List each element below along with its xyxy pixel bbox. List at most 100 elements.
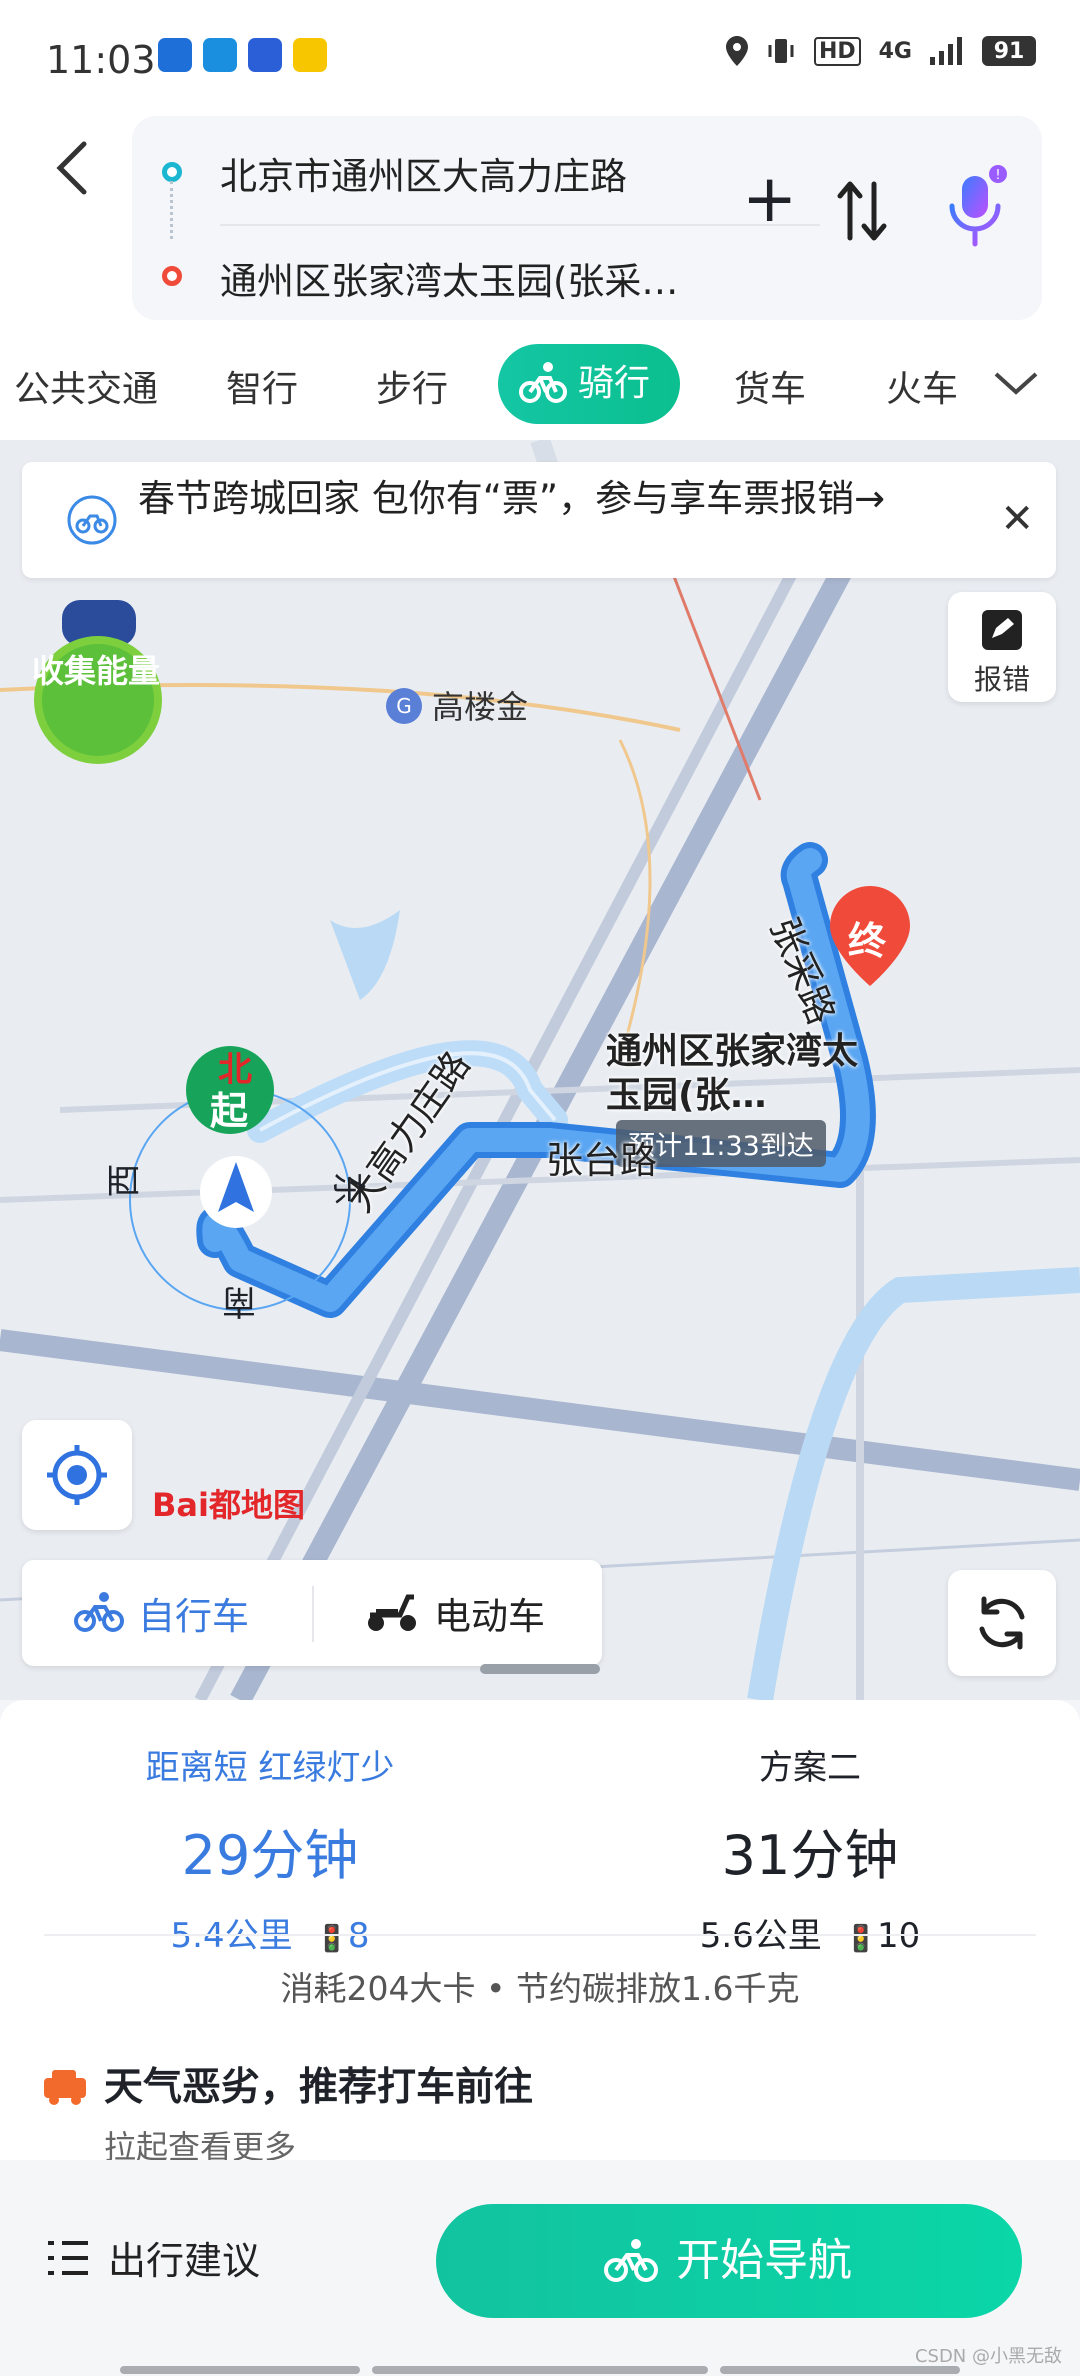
edit-icon [982,610,1022,650]
tab-train[interactable]: 火车 [886,360,962,412]
divider [312,1586,314,1642]
close-icon[interactable]: ✕ [1000,496,1034,542]
sheet-drag-handle[interactable] [480,1664,600,1674]
divider [44,1934,1036,1936]
tab-smart-travel[interactable]: 智行 [226,360,298,412]
scooter-icon [368,1594,416,1631]
plan-duration: 31分钟 [721,1824,899,1887]
svg-text:!: ! [995,168,1000,183]
road-label: 张台路 [546,1139,657,1182]
refresh-icon [979,1596,1025,1650]
voice-input-icon[interactable]: ! [940,164,1010,254]
plan-distance: 5.4公里 [170,1916,293,1956]
location-icon [725,36,748,66]
tab-cycling-label: 骑行 [578,363,651,404]
gesture-bar [372,2366,708,2374]
divider [220,224,820,226]
report-error-label: 报错 [973,663,1030,696]
end-location-field[interactable]: 通州区张家湾太玉园(张采… [220,251,780,305]
taxi-icon [44,2070,86,2105]
signal-icon [930,37,962,65]
watermark: CSDN @小黑无敌 [914,2346,1062,2367]
plan-lights: 8 [347,1916,370,1956]
end-marker-label: 终 [848,919,887,963]
tab-truck[interactable]: 货车 [734,360,806,412]
network-label: 4G [878,38,912,64]
energy-collect-label: 收集能量 [31,652,160,690]
route-plan-1[interactable]: 距离短 红绿灯少 29分钟 5.4公里 🚦8 [20,1740,520,1957]
route-connector [170,181,175,239]
hd-badge: HD [813,36,861,66]
start-navigation-button[interactable]: 开始导航 [436,2204,1022,2318]
route-card: 北京市通州区大高力庄路 通州区张家湾太玉园(张采… + ! [132,116,1042,320]
baidu-map-logo: Bai都地图 [152,1486,305,1524]
app-notification-icon [158,38,192,72]
plan-duration: 29分钟 [181,1824,359,1887]
mode-ebike-label: 电动车 [434,1595,545,1638]
plan-distance: 5.6公里 [699,1916,822,1956]
vibrate-icon [768,39,794,63]
report-error-button[interactable]: 报错 [948,592,1056,702]
compass-east: 东 [327,1171,368,1206]
bicycle-icon [519,362,567,403]
current-location-arrow-icon [200,1156,272,1228]
refresh-route-button[interactable] [948,1570,1056,1676]
start-navigation-label: 开始导航 [676,2235,852,2286]
mode-bicycle[interactable]: 自行车 [74,1586,249,1640]
compass-west: 西 [104,1163,145,1198]
weather-alert-title: 天气恶劣，推荐打车前往 [104,2065,534,2110]
menu-icon [48,2240,88,2275]
tab-cycling[interactable]: 骑行 [498,344,681,424]
swap-route-icon[interactable] [832,176,892,246]
end-dot-icon [162,266,182,286]
chevron-down-icon[interactable] [992,368,1040,398]
traffic-light-icon: 🚦 [844,1924,877,1954]
add-waypoint-button[interactable]: + [742,166,797,232]
tab-walk[interactable]: 步行 [376,360,448,412]
bottom-action-bar: 出行建议 开始导航 CSDN @小黑无敌 [0,2160,1080,2376]
promo-banner[interactable]: 春节跨城回家 包你有“票”，参与享车票报销→ ✕ [22,462,1056,578]
compass-south: 南 [222,1281,256,1321]
banner-text: 春节跨城回家 包你有“票”，参与享车票报销→ [138,477,886,520]
mode-ebike[interactable]: 电动车 [364,1586,545,1640]
app-notification-icon [248,38,282,72]
tab-public-transit[interactable]: 公共交通 [14,360,158,412]
gesture-bar [120,2366,360,2374]
travel-advice-button[interactable]: 出行建议 [46,2230,260,2285]
route-plan-2[interactable]: 方案二 31分钟 5.6公里 🚦10 [560,1740,1060,1957]
plan-title: 距离短 红绿灯少 [145,1748,395,1788]
subway-station-icon: G [386,688,422,724]
back-arrow-icon[interactable] [50,138,94,198]
plan-meta: 5.4公里 🚦8 [20,1908,520,1957]
vehicle-mode-toggle: 自行车 电动车 [22,1560,602,1666]
route-header: 北京市通州区大高力庄路 通州区张家湾太玉园(张采… + ! [0,110,1080,330]
svg-text:G: G [396,694,412,718]
mode-bicycle-label: 自行车 [138,1595,249,1638]
plan-title: 方案二 [759,1748,861,1788]
compass-north: 北 [218,1050,252,1090]
app-notification-icon [203,38,237,72]
plan-meta: 5.6公里 🚦10 [560,1908,1060,1957]
locate-me-button[interactable] [22,1420,132,1530]
status-bar: 11:03 HD 4G 91 [0,0,1080,110]
transport-tabs: 公共交通 智行 步行 骑行 货车 火车 [0,330,1080,440]
start-location-field[interactable]: 北京市通州区大高力庄路 [220,146,627,200]
gesture-bar [720,2366,960,2374]
route-plans-sheet: 距离短 红绿灯少 29分钟 5.4公里 🚦8 方案二 31分钟 5.6公里 🚦1… [0,1700,1080,2166]
bicycle-circle-icon [67,495,117,545]
bicycle-icon [74,1592,124,1632]
map-view[interactable]: 春节跨城回家 包你有“票”，参与享车票报销→ ✕ 报错 收集能量 G 高楼金 终… [0,440,1080,1700]
start-dot-icon [162,162,182,182]
traffic-light-icon: 🚦 [315,1924,348,1954]
poi-label: 高楼金 [432,688,529,726]
clock: 11:03 [46,38,156,82]
destination-label: 通州区张家湾太玉园(张… [606,1031,859,1116]
travel-advice-label: 出行建议 [108,2239,261,2283]
meituan-notification-icon [293,38,327,72]
status-indicators: HD 4G 91 [725,36,1036,66]
crosshair-icon [47,1445,107,1505]
plan-lights: 10 [877,1916,921,1956]
battery-indicator: 91 [982,36,1036,66]
route-stats: 消耗204大卡 • 节约碳排放1.6千克 [280,1969,800,2008]
bicycle-icon [604,2239,658,2282]
